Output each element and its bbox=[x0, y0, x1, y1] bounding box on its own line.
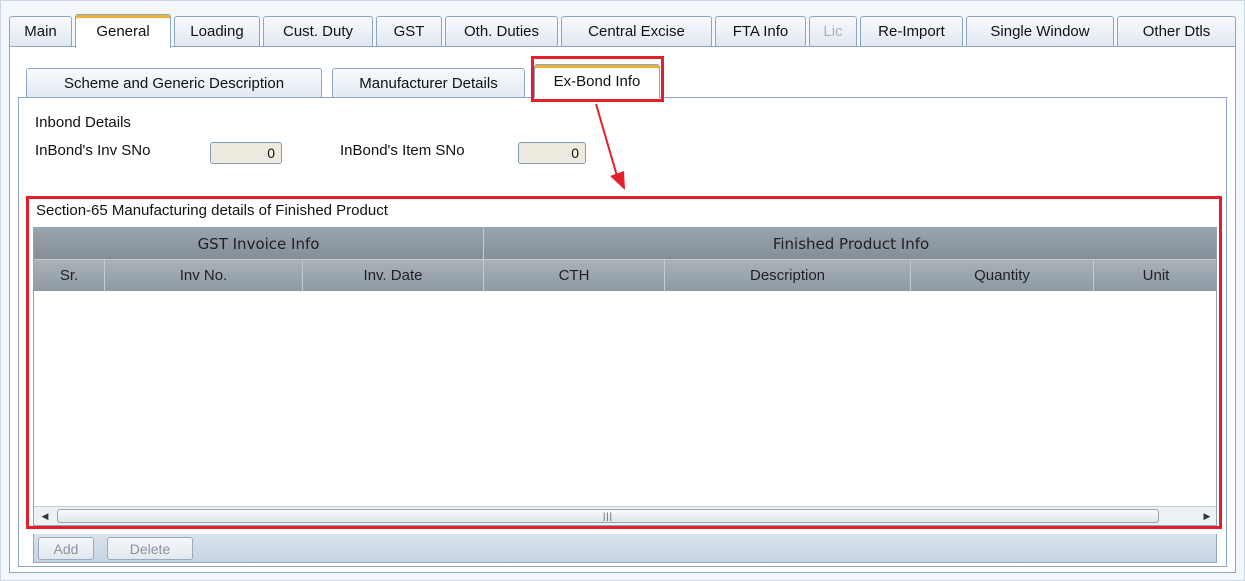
inbond-details-heading: Inbond Details bbox=[35, 114, 131, 131]
subtab-manufacturer-details[interactable]: Manufacturer Details bbox=[332, 68, 525, 97]
tab-other-dtls[interactable]: Other Dtls bbox=[1117, 16, 1236, 46]
grid-button-bar: Add Delete bbox=[33, 534, 1217, 563]
tab-single-window[interactable]: Single Window bbox=[966, 16, 1114, 46]
inbond-inv-sno-label: InBond's Inv SNo bbox=[35, 142, 151, 159]
scroll-left-icon[interactable]: ◀ bbox=[36, 507, 54, 525]
tab-lic: Lic bbox=[809, 16, 857, 46]
tab-oth-duties[interactable]: Oth. Duties bbox=[445, 16, 558, 46]
tab-cust-duty[interactable]: Cust. Duty bbox=[263, 16, 373, 46]
inbond-item-sno-label: InBond's Item SNo bbox=[340, 142, 465, 159]
column-header-cth[interactable]: CTH bbox=[484, 259, 665, 291]
horizontal-scrollbar[interactable]: ◀ ||| ▶ bbox=[34, 506, 1216, 525]
subtab-ex-bond-info[interactable]: Ex-Bond Info bbox=[534, 64, 660, 98]
delete-button[interactable]: Delete bbox=[107, 537, 193, 560]
group-header-finished-product-info: Finished Product Info bbox=[484, 228, 1216, 259]
inbond-inv-sno-input[interactable]: 0 bbox=[210, 142, 282, 164]
column-header-sr[interactable]: Sr. bbox=[34, 259, 105, 291]
tab-main[interactable]: Main bbox=[9, 16, 72, 46]
group-header-gst-invoice-info: GST Invoice Info bbox=[34, 228, 484, 259]
tab-re-import[interactable]: Re-Import bbox=[860, 16, 963, 46]
inbond-item-sno-input[interactable]: 0 bbox=[518, 142, 586, 164]
manufacturing-details-grid[interactable]: GST Invoice Info Finished Product Info S… bbox=[33, 227, 1217, 526]
column-header-quantity[interactable]: Quantity bbox=[911, 259, 1094, 291]
column-header-inv-date[interactable]: Inv. Date bbox=[303, 259, 484, 291]
tab-gst[interactable]: GST bbox=[376, 16, 442, 46]
scroll-right-icon[interactable]: ▶ bbox=[1198, 507, 1216, 525]
add-button[interactable]: Add bbox=[38, 537, 94, 560]
section-title: Section-65 Manufacturing details of Fini… bbox=[36, 202, 388, 219]
tab-loading[interactable]: Loading bbox=[174, 16, 260, 46]
column-header-unit[interactable]: Unit bbox=[1094, 259, 1216, 291]
scrollbar-thumb[interactable]: ||| bbox=[57, 509, 1159, 523]
subtab-scheme-generic-description[interactable]: Scheme and Generic Description bbox=[26, 68, 322, 97]
tab-fta-info[interactable]: FTA Info bbox=[715, 16, 806, 46]
column-header-description[interactable]: Description bbox=[665, 259, 911, 291]
tab-general[interactable]: General bbox=[75, 14, 171, 48]
column-header-inv-no[interactable]: Inv No. bbox=[105, 259, 303, 291]
tab-central-excise[interactable]: Central Excise bbox=[561, 16, 712, 46]
